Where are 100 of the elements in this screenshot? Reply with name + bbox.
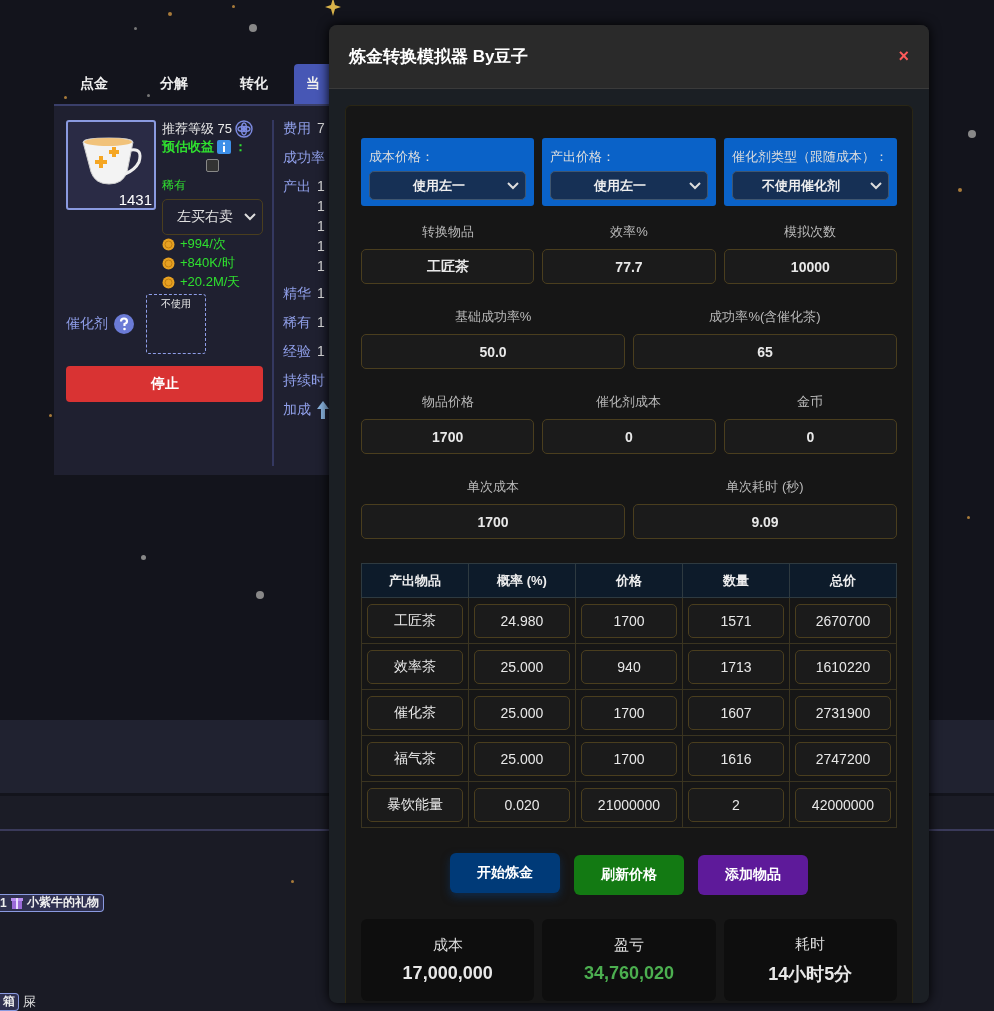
summary-label: 成本	[432, 936, 463, 955]
input-field[interactable]: 0	[542, 419, 716, 454]
table-field[interactable]: 1700	[581, 741, 677, 776]
item-count: 1431	[118, 190, 152, 208]
close-button[interactable]: ×	[898, 46, 909, 67]
input-field[interactable]: 1700	[361, 419, 535, 454]
table-field[interactable]: 2747200	[795, 741, 891, 776]
table-field[interactable]: 催化茶	[367, 695, 463, 730]
input-field[interactable]: 65	[633, 334, 897, 369]
stat-value: 1	[317, 217, 325, 234]
input-field[interactable]: 1700	[361, 504, 625, 539]
table-field[interactable]: 工匠茶	[367, 603, 463, 638]
info-icon	[217, 139, 231, 154]
star-dot	[231, 4, 235, 8]
table-field[interactable]: 1607	[688, 695, 784, 730]
table-field[interactable]: 2	[688, 787, 784, 822]
dialog-title: 炼金转换模拟器 By豆子	[349, 46, 529, 68]
item-tag[interactable]: 1 小紫牛的礼物	[0, 894, 104, 912]
table-field[interactable]: 1571	[688, 603, 784, 638]
chevron-down-icon	[870, 181, 882, 190]
star-dot	[249, 24, 257, 32]
input-field[interactable]: 0	[723, 419, 897, 454]
earning-text: +20.2M/天	[180, 273, 241, 291]
catalyst-label: 催化剂	[66, 314, 108, 333]
stat-value: 1	[317, 237, 325, 254]
table-field[interactable]: 25.000	[474, 741, 570, 776]
profit-checkbox[interactable]	[206, 159, 219, 172]
item-card[interactable]: 1431	[66, 119, 156, 210]
stat-value: 1	[317, 257, 325, 274]
select-label: 催化剂类型（跟随成本）：	[731, 148, 889, 166]
dropdown[interactable]: 使用左一	[550, 171, 708, 200]
select-label: 成本价格：	[369, 148, 435, 166]
earning-text: +994/次	[180, 235, 226, 253]
field-label: 转换物品	[420, 223, 475, 241]
star-dot	[48, 413, 52, 417]
table-field[interactable]: 21000000	[581, 787, 677, 822]
tab[interactable]: 点金	[54, 63, 134, 104]
table-field[interactable]: 1610220	[795, 649, 891, 684]
item-tag[interactable]: 箱	[0, 993, 19, 1011]
coin-icon	[162, 275, 175, 289]
tab[interactable]: 转化	[214, 63, 294, 104]
table-field[interactable]: 效率茶	[367, 649, 463, 684]
coin-icon	[162, 237, 175, 251]
stat-label: 产出	[283, 177, 311, 196]
input-field[interactable]: 工匠茶	[361, 249, 535, 284]
rarity-text: 稀有	[162, 177, 187, 194]
action-button[interactable]: 刷新价格	[574, 855, 684, 895]
star-dot	[146, 93, 150, 97]
table-field[interactable]: 1713	[688, 649, 784, 684]
table-field[interactable]: 25.000	[474, 695, 570, 730]
table-field[interactable]: 940	[581, 649, 677, 684]
star-dot	[290, 879, 294, 883]
stat-label: 持续时	[283, 371, 325, 390]
stat-value: 7	[317, 119, 325, 136]
profit-label: 预估收益	[162, 137, 214, 156]
input-field[interactable]: 10000	[723, 249, 897, 284]
field-label: 金币	[796, 393, 825, 411]
table-field[interactable]: 1700	[581, 603, 677, 638]
table-field[interactable]: 1616	[688, 741, 784, 776]
table-field[interactable]: 2670700	[795, 603, 891, 638]
colon-text: ：	[234, 137, 247, 156]
table-field[interactable]: 24.980	[474, 603, 570, 638]
sparkle-icon	[325, 0, 341, 16]
table-field[interactable]: 0.020	[474, 787, 570, 822]
chevron-down-icon	[244, 212, 256, 221]
stat-value: 1	[317, 177, 325, 194]
input-field[interactable]: 50.0	[361, 334, 625, 369]
action-button[interactable]: 开始炼金	[450, 853, 560, 893]
summary-value: 17,000,000	[402, 963, 493, 984]
mode-select[interactable]: 左买右卖	[162, 198, 263, 235]
stat-label: 成功率	[283, 148, 325, 167]
field-label: 成功率%(含催化茶)	[708, 308, 822, 326]
table-field[interactable]: 42000000	[795, 787, 891, 822]
stat-value: 1	[317, 342, 325, 359]
table-field[interactable]: 25.000	[474, 649, 570, 684]
dropdown[interactable]: 使用左一	[369, 171, 527, 200]
stat-value: 1	[317, 284, 325, 301]
help-icon	[114, 313, 134, 334]
stop-button[interactable]: 停止	[66, 365, 263, 402]
table-field[interactable]: 福气茶	[367, 741, 463, 776]
column-header: 产出物品	[361, 563, 469, 598]
action-button[interactable]: 添加物品	[698, 855, 808, 895]
input-field[interactable]: 9.09	[633, 504, 897, 539]
up-arrow-icon	[317, 400, 329, 419]
dropdown[interactable]: 不使用催化剂	[731, 171, 889, 200]
field-label: 单次耗时 (秒)	[725, 478, 805, 496]
field-label: 效率%	[609, 223, 649, 241]
catalyst-slot[interactable]: 不使用	[146, 293, 206, 354]
table-field[interactable]: 2731900	[795, 695, 891, 730]
earning-text: +840K/时	[180, 254, 235, 272]
field-label: 模拟次数	[783, 223, 838, 241]
summary-label: 耗时	[795, 934, 826, 954]
table-field[interactable]: 暴饮能量	[367, 787, 463, 822]
coin-icon	[162, 256, 175, 270]
star-dot	[140, 554, 146, 560]
star-dot	[168, 12, 172, 16]
tab[interactable]: 分解	[134, 63, 214, 104]
input-field[interactable]: 77.7	[542, 249, 716, 284]
stat-label: 精华	[283, 284, 311, 303]
table-field[interactable]: 1700	[581, 695, 677, 730]
